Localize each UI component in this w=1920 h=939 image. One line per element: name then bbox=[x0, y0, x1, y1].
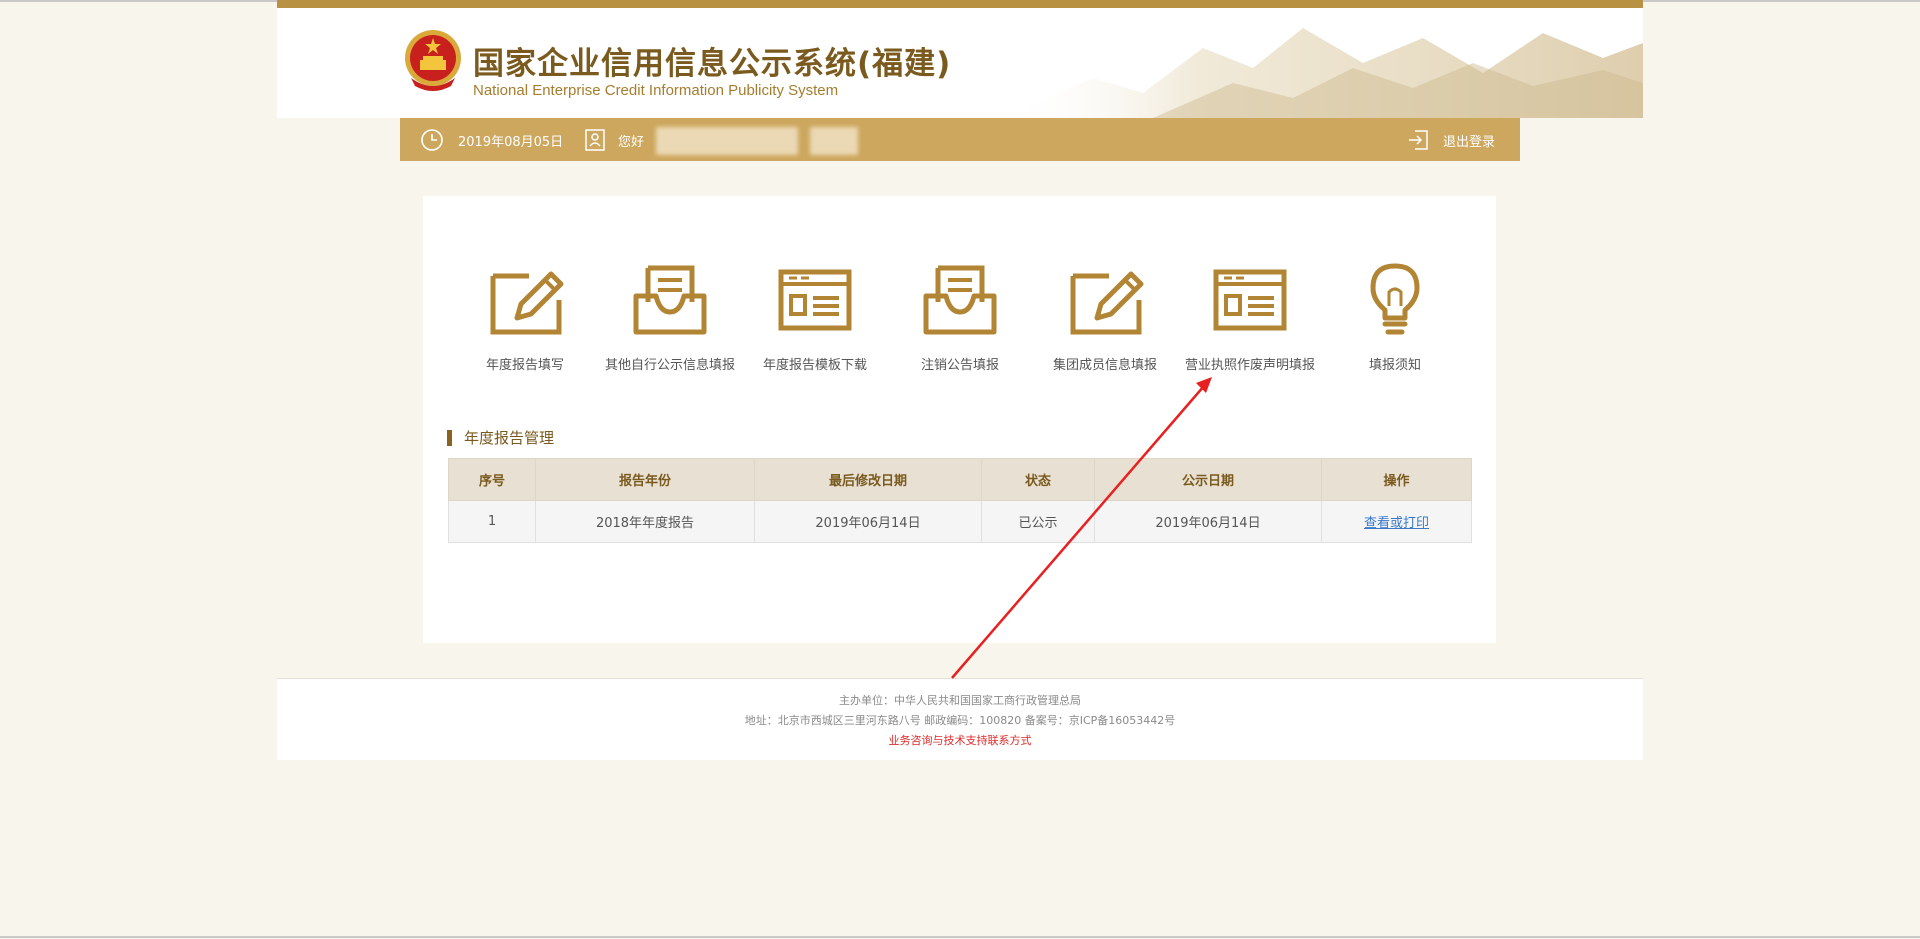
cell-action: 查看或打印 bbox=[1321, 500, 1472, 543]
col-header-report-year: 报告年份 bbox=[535, 458, 755, 501]
site-title-english: National Enterprise Credit Information P… bbox=[473, 82, 839, 99]
cell-report-year: 2018年年度报告 bbox=[535, 500, 755, 543]
header-top-stripe bbox=[277, 0, 1643, 8]
cell-index: 1 bbox=[448, 500, 536, 543]
cell-last-modified: 2019年06月14日 bbox=[754, 500, 982, 543]
col-header-publish-date: 公示日期 bbox=[1094, 458, 1322, 501]
table-row: 1 2018年年度报告 2019年06月14日 已公示 2019年06月14日 … bbox=[448, 500, 1472, 543]
browser-window-icon bbox=[778, 269, 852, 331]
inbox-icon bbox=[923, 265, 997, 335]
user-icon bbox=[585, 129, 605, 151]
col-header-index: 序号 bbox=[448, 458, 536, 501]
view-or-print-link[interactable]: 查看或打印 bbox=[1364, 516, 1429, 531]
page-container: 国家企业信用信息公示系统(福建) National Enterprise Cre… bbox=[277, 0, 1643, 760]
lightbulb-icon bbox=[1370, 263, 1420, 335]
main-panel: 年度报告填写 其他自行公示信息填报 年度报告模板下载 注销公告填报 集团成员信息… bbox=[423, 196, 1496, 643]
browser-window-icon bbox=[1213, 269, 1287, 331]
menu-cancellation-notice[interactable]: 注销公告填报 bbox=[885, 262, 1035, 373]
mountain-landscape-icon bbox=[1003, 28, 1643, 118]
col-header-last-modified: 最后修改日期 bbox=[754, 458, 982, 501]
menu-label: 年度报告模板下载 bbox=[762, 358, 867, 373]
menu-label: 填报须知 bbox=[1368, 358, 1421, 373]
menu-label: 年度报告填写 bbox=[485, 358, 564, 373]
table-header-row: 序号 报告年份 最后修改日期 状态 公示日期 操作 bbox=[448, 458, 1472, 501]
menu-filing-notes[interactable]: 填报须知 bbox=[1320, 262, 1470, 373]
logout-link[interactable]: 退出登录 bbox=[1443, 131, 1495, 150]
window-bottom-border bbox=[0, 936, 1920, 938]
logout-icon[interactable] bbox=[1407, 129, 1429, 151]
inbox-icon bbox=[633, 265, 707, 335]
clock-icon bbox=[421, 129, 443, 151]
menu-template-download[interactable]: 年度报告模板下载 bbox=[740, 262, 890, 373]
menu-label: 注销公告填报 bbox=[920, 358, 999, 373]
current-date: 2019年08月05日 bbox=[458, 135, 564, 150]
menu-annual-report-fill[interactable]: 年度报告填写 bbox=[450, 262, 600, 373]
redacted-username bbox=[656, 127, 798, 155]
col-header-status: 状态 bbox=[981, 458, 1095, 501]
menu-label: 集团成员信息填报 bbox=[1052, 358, 1157, 373]
menu-label: 其他自行公示信息填报 bbox=[604, 358, 735, 373]
support-contact-link[interactable]: 业务咨询与技术支持联系方式 bbox=[889, 734, 1032, 747]
site-header: 国家企业信用信息公示系统(福建) National Enterprise Cre… bbox=[277, 8, 1643, 118]
greeting-text: 您好 bbox=[618, 135, 645, 150]
footer-sponsor: 主办单位：中华人民共和国国家工商行政管理总局 bbox=[839, 694, 1081, 707]
edit-icon bbox=[490, 271, 564, 335]
menu-group-members[interactable]: 集团成员信息填报 bbox=[1030, 262, 1180, 373]
site-title: 国家企业信用信息公示系统(福建) bbox=[473, 46, 952, 82]
cell-status: 已公示 bbox=[981, 500, 1095, 543]
col-header-action: 操作 bbox=[1321, 458, 1472, 501]
section-title: 年度报告管理 bbox=[447, 430, 554, 446]
edit-icon bbox=[1070, 271, 1144, 335]
cell-publish-date: 2019年06月14日 bbox=[1094, 500, 1322, 543]
menu-other-disclosure[interactable]: 其他自行公示信息填报 bbox=[595, 262, 745, 373]
footer-address: 地址：北京市西城区三里河东路八号 邮政编码：100820 备案号：京ICP备16… bbox=[744, 714, 1176, 727]
user-info-bar: 2019年08月05日 您好 退出登录 bbox=[400, 118, 1520, 161]
menu-label: 营业执照作废声明填报 bbox=[1184, 358, 1315, 373]
national-emblem-icon bbox=[405, 30, 461, 91]
menu-license-void-statement[interactable]: 营业执照作废声明填报 bbox=[1175, 262, 1325, 373]
site-footer: 主办单位：中华人民共和国国家工商行政管理总局 地址：北京市西城区三里河东路八号 … bbox=[277, 678, 1643, 760]
annual-report-table: 序号 报告年份 最后修改日期 状态 公示日期 操作 1 2018年年度报告 20… bbox=[448, 458, 1472, 543]
redacted-username-extra bbox=[810, 127, 858, 155]
